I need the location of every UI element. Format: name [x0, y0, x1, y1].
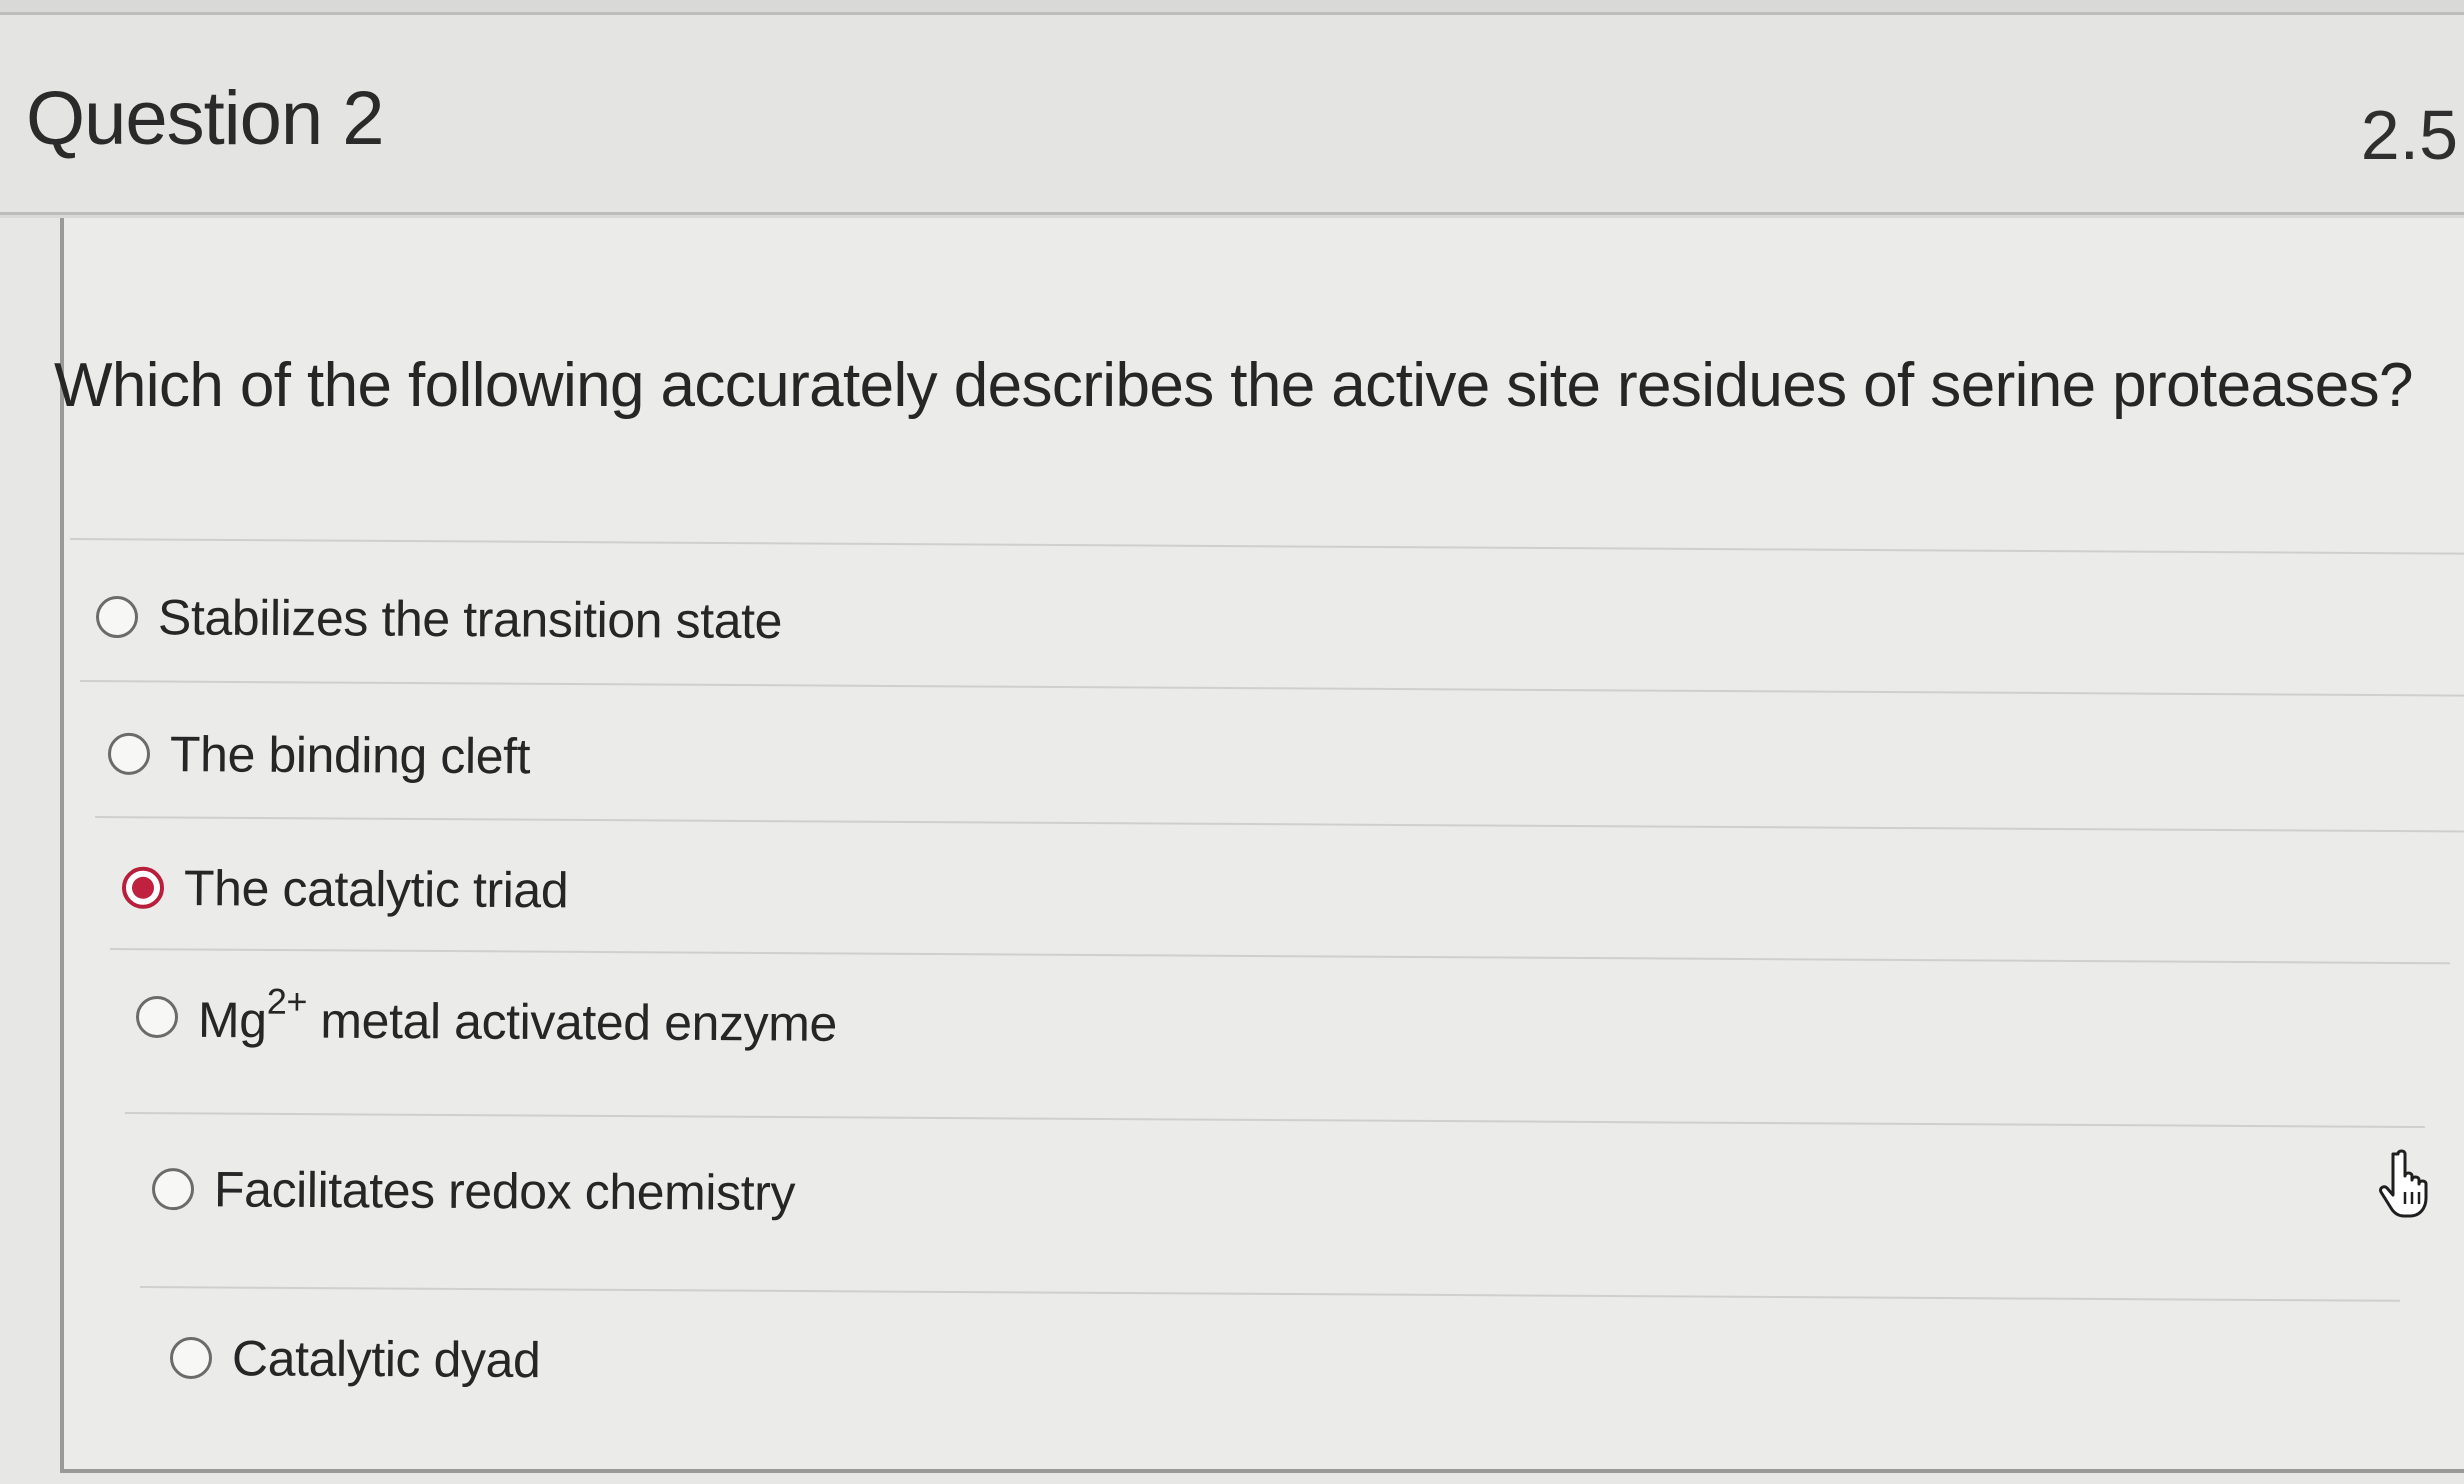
answer-label: The catalytic triad: [183, 860, 569, 919]
answer-label: Catalytic dyad: [231, 1330, 541, 1389]
hand-pointer-icon: [2379, 1149, 2428, 1218]
answer-option-6[interactable]: Catalytic dyad: [169, 1329, 541, 1389]
answer-label: Facilitates redox chemistry: [213, 1161, 796, 1221]
answer-label-superscript: 2+: [266, 980, 308, 1022]
radio-button[interactable]: [135, 996, 179, 1039]
radio-button[interactable]: [169, 1336, 213, 1380]
answer-label: Mg2+ metal activated enzyme: [197, 981, 838, 1053]
radio-button[interactable]: [107, 732, 151, 775]
answer-label: The binding cleft: [169, 726, 531, 785]
answer-label-suffix: metal activated enzyme: [306, 992, 838, 1052]
radio-button-selected[interactable]: [121, 866, 165, 909]
answer-label-prefix: Mg: [197, 991, 267, 1049]
radio-button[interactable]: [151, 1168, 195, 1211]
question-header: Question 2 2.5: [0, 15, 2464, 215]
answer-option-3[interactable]: The catalytic triad: [121, 859, 569, 920]
question-title: Question 2: [26, 76, 385, 161]
answer-option-5[interactable]: Facilitates redox chemistry: [151, 1160, 796, 1222]
question-prompt: Which of the following accurately descri…: [54, 351, 2414, 420]
answer-option-2[interactable]: The binding cleft: [107, 725, 531, 786]
radio-button[interactable]: [95, 595, 139, 639]
answer-option-1[interactable]: Stabilizes the transition state: [95, 588, 783, 650]
question-points: 2.5: [2360, 96, 2458, 174]
answer-option-4[interactable]: Mg2+ metal activated enzyme: [135, 981, 838, 1053]
answer-label: Stabilizes the transition state: [157, 589, 783, 650]
radio-selected-dot: [131, 876, 155, 899]
